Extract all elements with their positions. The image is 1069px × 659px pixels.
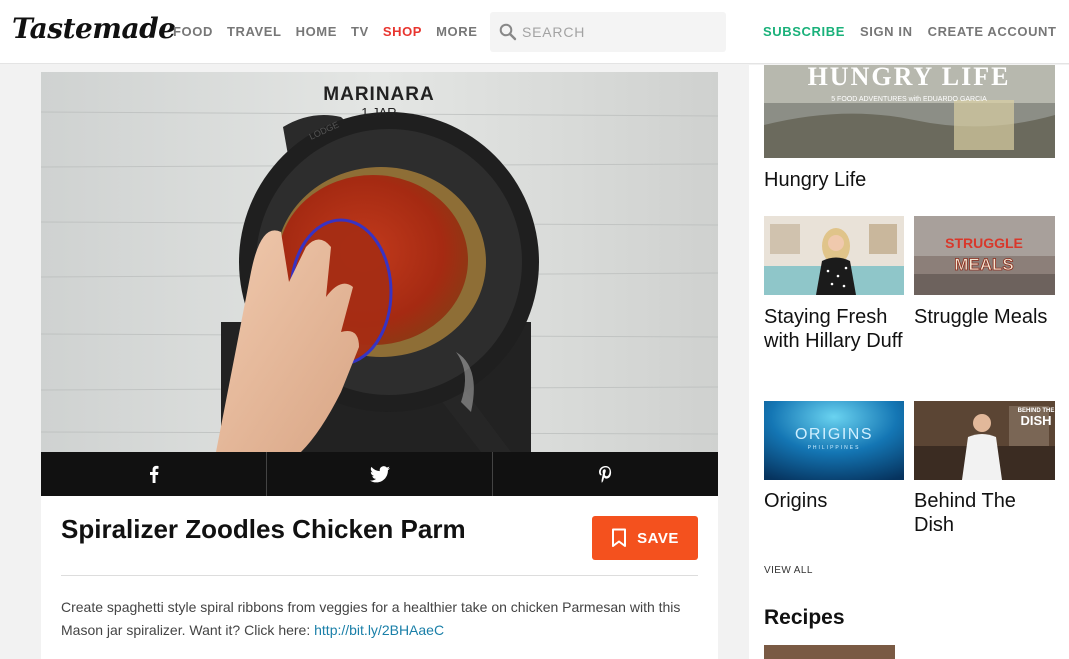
divider: [61, 575, 698, 576]
share-twitter-button[interactable]: [267, 452, 493, 496]
search-icon: [499, 23, 517, 41]
show-thumb-staying-fresh[interactable]: [764, 216, 904, 295]
show-thumb-hungry-life[interactable]: HUNGRY LIFE 5 FOOD ADVENTURES with EDUAR…: [764, 65, 1055, 158]
share-bar: [41, 452, 718, 496]
struggle-thumb-title2: MEALS: [954, 255, 1014, 274]
recipe-thumb-partial[interactable]: [764, 645, 895, 659]
product-link[interactable]: http://bit.ly/2BHAaeC: [314, 622, 444, 638]
nav-travel[interactable]: TRAVEL: [227, 24, 282, 39]
origins-thumb-sub: PHILIPPINES: [808, 445, 861, 451]
hungry-life-thumb-sub: 5 FOOD ADVENTURES with EDUARDO GARCIA: [831, 96, 987, 103]
struggle-thumb-title1: STRUGGLE: [945, 235, 1023, 251]
tastemade-logo[interactable]: Tastemade: [12, 12, 176, 45]
nav-food[interactable]: FOOD: [173, 24, 213, 39]
show-thumb-struggle-meals[interactable]: STRUGGLE MEALS: [914, 216, 1055, 295]
nav-tv[interactable]: TV: [351, 24, 369, 39]
save-button[interactable]: SAVE: [592, 516, 698, 560]
article-title: Spiralizer Zoodles Chicken Parm: [61, 514, 466, 544]
dish-thumb-title2: DISH: [1020, 413, 1051, 428]
nav-more[interactable]: MORE: [436, 24, 477, 39]
show-thumb-origins[interactable]: ORIGINS PHILIPPINES: [764, 401, 904, 480]
show-label-origins[interactable]: Origins: [764, 489, 827, 513]
site-header: Tastemade FOOD TRAVEL HOME TV SHOP MORE …: [0, 0, 1069, 64]
account-links: SUBSCRIBE SIGN IN CREATE ACCOUNT: [763, 24, 1057, 39]
video-overlay-title: MARINARA: [323, 84, 434, 105]
show-label-hungry-life[interactable]: Hungry Life: [764, 168, 866, 192]
create-account-link[interactable]: CREATE ACCOUNT: [928, 24, 1057, 39]
sidebar: HUNGRY LIFE 5 FOOD ADVENTURES with EDUAR…: [749, 65, 1069, 659]
share-pinterest-button[interactable]: [493, 452, 718, 496]
main-nav: FOOD TRAVEL HOME TV SHOP MORE: [173, 24, 477, 39]
share-facebook-button[interactable]: [41, 452, 267, 496]
video-overlay-sub: 1 JAR: [361, 105, 396, 120]
show-label-staying-fresh[interactable]: Staying Fresh with Hillary Duff: [764, 305, 904, 353]
video-frame-image: MARINARA 1 JAR LODGE: [41, 72, 718, 452]
recipes-heading: Recipes: [764, 606, 845, 629]
facebook-icon: [149, 465, 158, 483]
search-input[interactable]: [522, 22, 712, 42]
article-card: MARINARA 1 JAR LODGE Spiralizer Zoodles …: [41, 72, 718, 659]
nav-home[interactable]: HOME: [296, 24, 337, 39]
pinterest-icon: [599, 465, 612, 483]
sign-in-link[interactable]: SIGN IN: [860, 24, 913, 39]
search-box[interactable]: [490, 12, 726, 52]
hungry-life-image: HUNGRY LIFE 5 FOOD ADVENTURES with EDUAR…: [764, 65, 1055, 158]
show-thumb-behind-the-dish[interactable]: BEHIND THE DISH: [914, 401, 1055, 480]
nav-shop[interactable]: SHOP: [383, 24, 422, 39]
struggle-meals-image: STRUGGLE MEALS: [914, 216, 1055, 295]
view-all-link[interactable]: VIEW ALL: [764, 565, 813, 576]
video-player[interactable]: MARINARA 1 JAR LODGE: [41, 72, 718, 452]
hungry-life-thumb-title: HUNGRY LIFE: [808, 65, 1011, 91]
twitter-icon: [369, 465, 390, 482]
origins-thumb-title: ORIGINS: [795, 426, 873, 443]
article-description: Create spaghetti style spiral ribbons fr…: [61, 596, 701, 642]
save-button-label: SAVE: [637, 529, 679, 547]
show-label-behind-the-dish[interactable]: Behind The Dish: [914, 489, 1055, 537]
bookmark-icon: [612, 528, 627, 547]
origins-image: ORIGINS PHILIPPINES: [764, 401, 904, 480]
subscribe-link[interactable]: SUBSCRIBE: [763, 24, 845, 39]
show-label-struggle-meals[interactable]: Struggle Meals: [914, 305, 1047, 329]
behind-the-dish-image: BEHIND THE DISH: [914, 401, 1055, 480]
staying-fresh-image: [764, 216, 904, 295]
